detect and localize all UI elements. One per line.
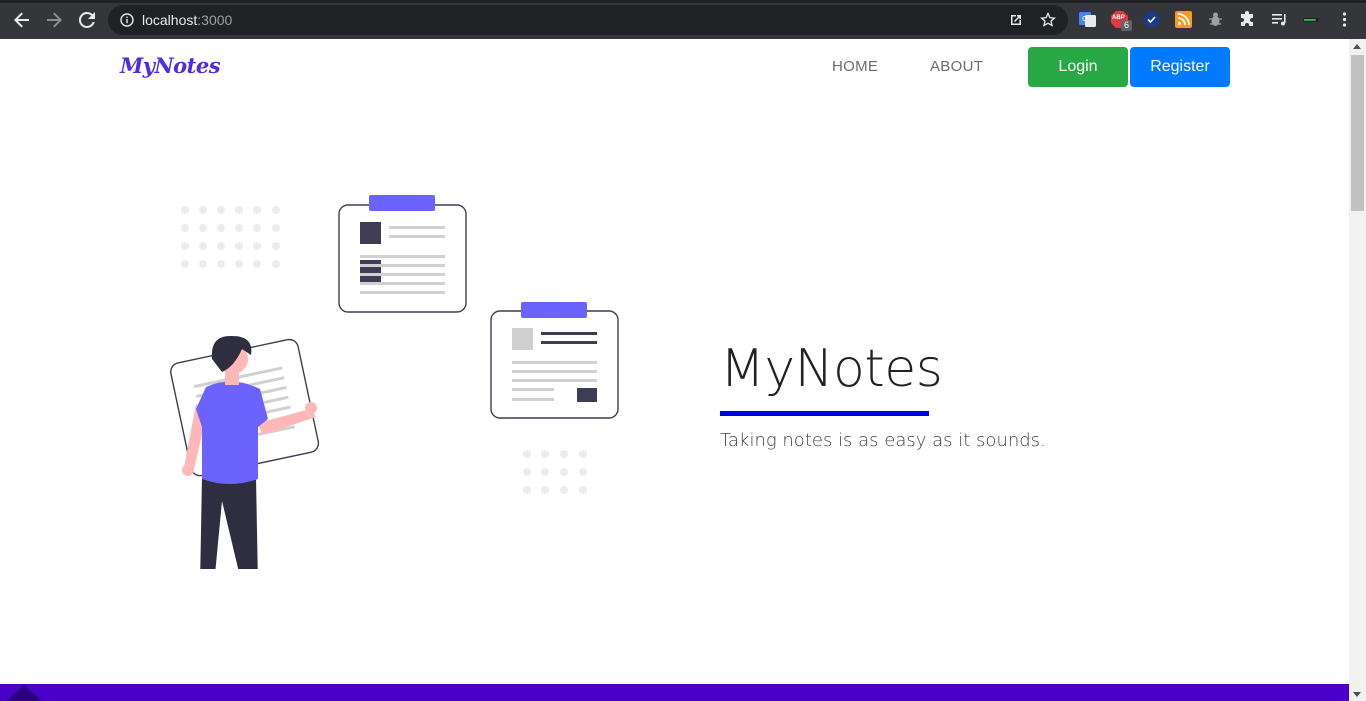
url-host: localhost (142, 12, 198, 28)
note-card-right (490, 302, 619, 419)
nav-link-about[interactable]: ABOUT (930, 58, 983, 75)
external-link-icon[interactable] (1008, 12, 1024, 28)
page-scrollbar[interactable] (1349, 39, 1366, 701)
back-button[interactable] (11, 9, 33, 31)
star-icon[interactable] (1040, 12, 1056, 28)
media-icon[interactable] (1271, 11, 1288, 28)
url-port: :3000 (197, 12, 233, 28)
hero-title-underline (720, 411, 929, 416)
scroll-down-arrow[interactable] (1353, 692, 1361, 697)
hero-illustration (170, 195, 619, 569)
nav-link-home[interactable]: HOME (832, 58, 878, 75)
reload-icon (79, 12, 95, 28)
tab-strip (0, 0, 1366, 3)
forward-button[interactable] (43, 9, 65, 31)
info-icon[interactable] (120, 13, 134, 27)
battery-icon[interactable] (1303, 11, 1320, 28)
check-icon[interactable] (1143, 11, 1160, 28)
footer-wave (0, 684, 1349, 701)
url-text[interactable]: localhost:3000 (142, 12, 232, 28)
translate-icon[interactable]: G (1079, 11, 1096, 28)
register-button[interactable]: Register (1130, 47, 1230, 87)
puzzle-icon[interactable] (1239, 11, 1256, 28)
bug-icon[interactable] (1207, 11, 1224, 28)
arrow-left-icon (14, 12, 29, 28)
footer-wave-peak (6, 685, 42, 701)
web-page: MyNotes HOME ABOUT Login Register MyNote… (0, 39, 1349, 701)
note-card-top (338, 195, 467, 313)
reload-button[interactable] (76, 9, 98, 31)
browser-toolbar: localhost:3000 G ABP 6 (0, 0, 1366, 39)
hero-subtitle: Taking notes is as easy as it sounds. (720, 430, 1046, 451)
dot-grid-top (181, 206, 280, 268)
navbar-brand[interactable]: MyNotes (120, 53, 221, 78)
login-button[interactable]: Login (1028, 47, 1128, 87)
dot-grid-bottom (523, 450, 587, 494)
adblock-badge: 6 (1121, 20, 1132, 31)
address-bar[interactable]: localhost:3000 (108, 5, 1068, 35)
rss-icon[interactable] (1175, 11, 1192, 28)
adblock-icon[interactable]: ABP 6 (1111, 11, 1132, 31)
scrollbar-thumb[interactable] (1351, 55, 1364, 211)
scroll-up-arrow[interactable] (1353, 44, 1361, 49)
kebab-menu-icon[interactable] (1336, 11, 1353, 28)
hero-title: MyNotes (720, 339, 943, 399)
arrow-right-icon (47, 12, 62, 28)
svg-text:G: G (1082, 15, 1087, 23)
